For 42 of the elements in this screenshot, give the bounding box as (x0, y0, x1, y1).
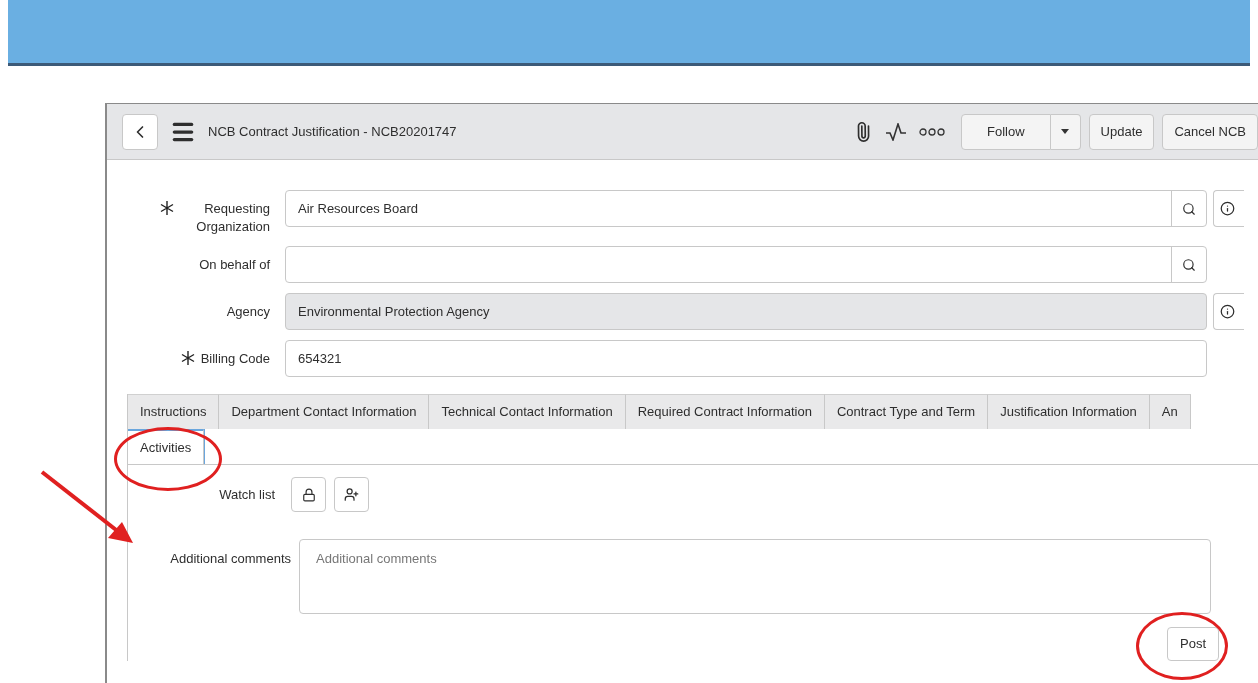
field-label: Agency (226, 303, 270, 321)
add-user-icon (344, 487, 359, 502)
lock-icon (301, 487, 316, 502)
info-icon (1220, 201, 1235, 216)
field-label: Billing Code (200, 350, 270, 368)
post-button[interactable]: Post (1167, 627, 1219, 661)
required-icon (160, 201, 174, 215)
text-field[interactable]: Environmental Protection Agency (285, 293, 1207, 330)
field-value: 654321 (297, 349, 343, 368)
info-button[interactable] (1213, 190, 1244, 227)
info-icon (1220, 304, 1235, 319)
field-label: Requesting Organization (195, 200, 270, 236)
comments-field[interactable]: Additional comments (299, 539, 1211, 614)
field-value: Environmental Protection Agency (297, 302, 491, 321)
field-label: On behalf of (199, 256, 270, 274)
field-label: Watch list (218, 485, 276, 504)
activity-icon[interactable] (884, 122, 907, 141)
more-icon[interactable] (918, 127, 945, 136)
header-button[interactable]: Cancel NCB (1162, 113, 1258, 150)
header-button[interactable]: Update (1088, 113, 1155, 150)
form-tab[interactable]: Instructions (128, 394, 220, 429)
add-user-button[interactable] (334, 477, 369, 512)
caret-icon (1061, 129, 1070, 134)
field-label: Additional comments (169, 550, 292, 568)
field-value: Air Resources Board (297, 199, 419, 218)
text-field[interactable]: 654321 (285, 340, 1207, 377)
form-tab[interactable]: Contract Type and Term (824, 394, 989, 429)
form-title: NCB Contract Justification - NCB20201747 (208, 122, 458, 141)
text-field[interactable]: Air Resources Board (285, 190, 1207, 227)
form-tab[interactable]: An (1149, 394, 1191, 429)
form-tab[interactable]: Justification Information (988, 394, 1150, 429)
form-tab[interactable]: Technical Contact Information (429, 394, 626, 429)
form-tab[interactable]: Required Contract Information (625, 394, 825, 429)
info-button[interactable] (1213, 293, 1244, 330)
form-tab[interactable]: Activities (128, 429, 205, 464)
text-field[interactable] (285, 246, 1207, 283)
search-icon (1182, 201, 1196, 216)
follow-button[interactable]: Follow (960, 113, 1051, 150)
lock-button[interactable] (291, 477, 326, 512)
required-icon (180, 351, 195, 365)
search-icon (1182, 257, 1196, 272)
form-tab[interactable]: Department Contact Information (219, 394, 430, 429)
